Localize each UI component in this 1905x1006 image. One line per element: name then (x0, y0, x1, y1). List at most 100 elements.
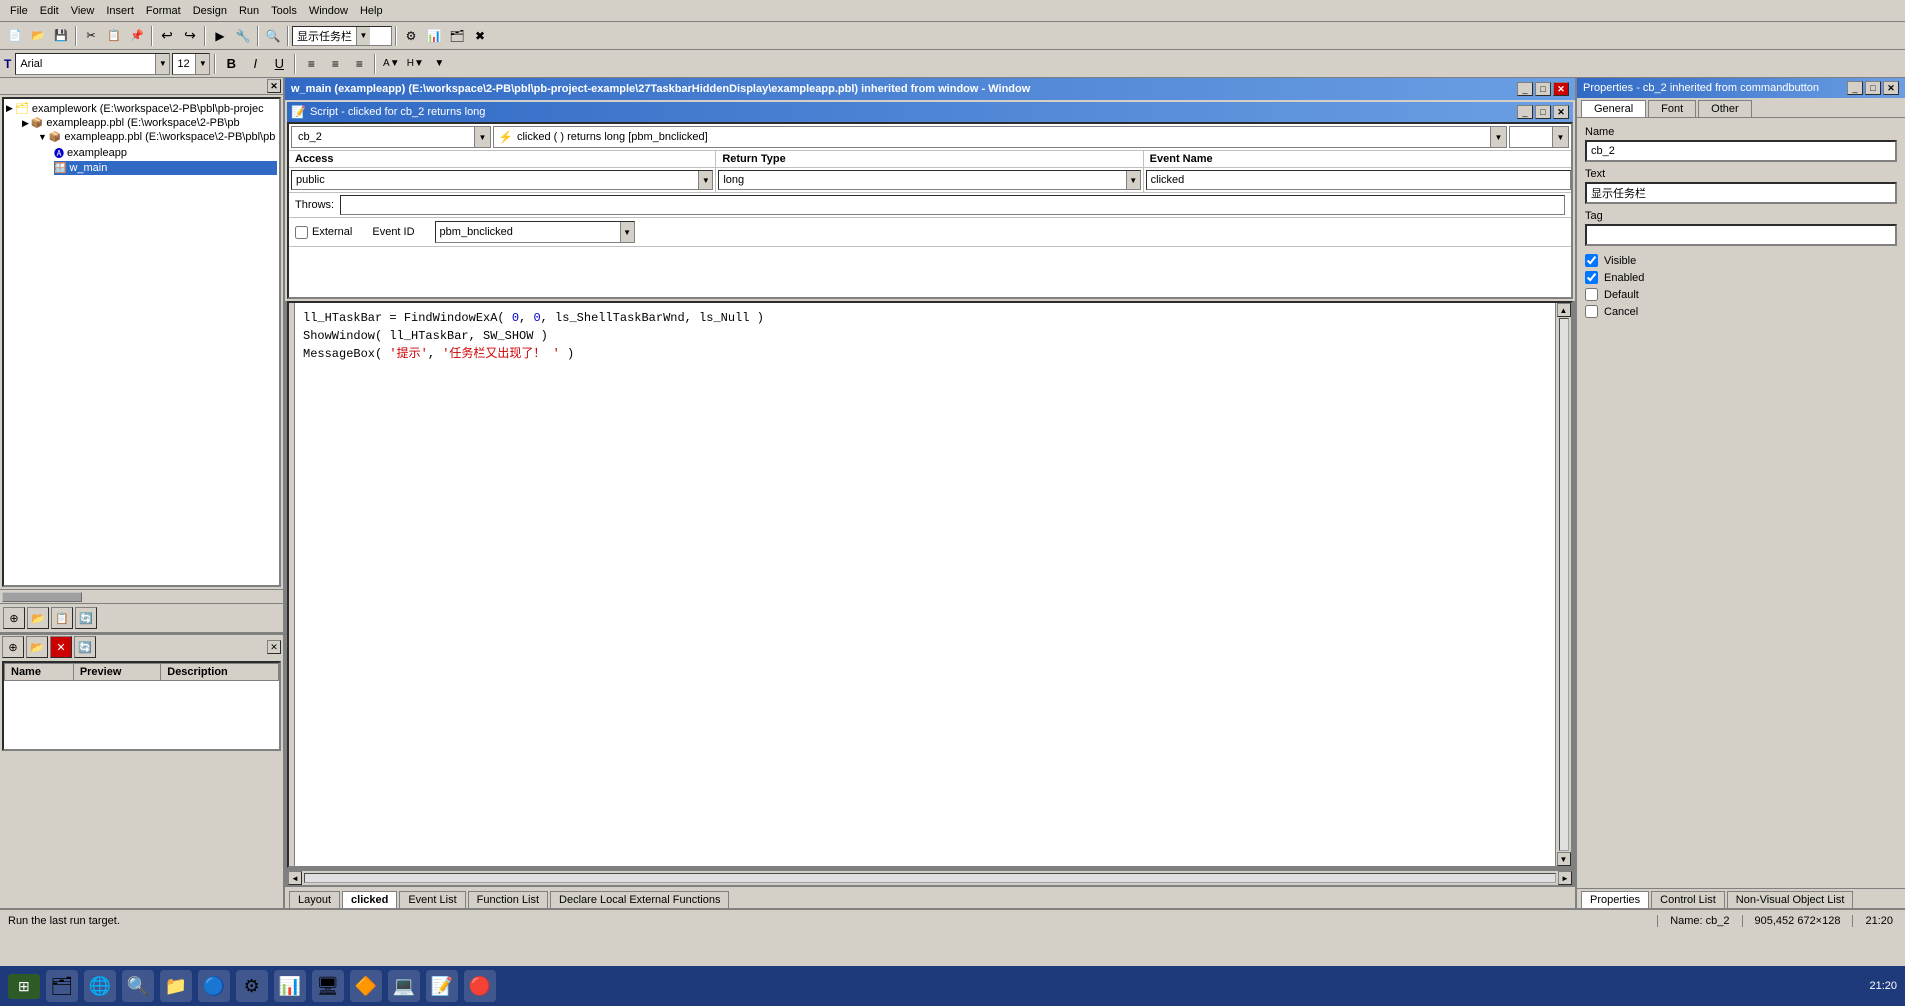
redo-btn[interactable]: ↪ (179, 25, 201, 47)
tab-function-list[interactable]: Function List (468, 891, 548, 908)
script-minimize-btn[interactable]: _ (1517, 105, 1533, 119)
menu-item-format[interactable]: Format (140, 3, 187, 19)
default-checkbox[interactable] (1585, 288, 1598, 301)
menu-item-run[interactable]: Run (233, 3, 265, 19)
taskbar-icon-4[interactable]: 📁 (160, 970, 192, 1002)
tab-clicked[interactable]: clicked (342, 891, 397, 908)
font-name-combo[interactable]: Arial ▼ (15, 53, 170, 75)
throws-input[interactable] (340, 195, 1565, 215)
search-btn[interactable]: 🔍 (262, 25, 284, 47)
save-btn[interactable]: 💾 (50, 25, 72, 47)
left-toolbar-btn4[interactable]: 🔄 (75, 607, 97, 629)
left-tree-hscroll[interactable] (0, 589, 283, 603)
object-select-arrow[interactable]: ▼ (474, 127, 490, 147)
hscroll-right-btn[interactable]: ► (1558, 871, 1572, 885)
code-editor[interactable]: ll_HTaskBar = FindWindowExA( 0, 0, ls_Sh… (295, 303, 1555, 866)
scroll-down-btn[interactable]: ▼ (1557, 852, 1571, 866)
tab-declare-local[interactable]: Declare Local External Functions (550, 891, 729, 908)
right-max-btn[interactable]: □ (1865, 81, 1881, 95)
font-size-combo[interactable]: 12 ▼ (172, 53, 210, 75)
bold-button[interactable]: B (220, 53, 242, 75)
more-format-btn[interactable]: ▼ (428, 53, 450, 75)
win-close-btn[interactable]: ✕ (1553, 82, 1569, 96)
bottom-close-btn[interactable]: ✕ (267, 640, 281, 654)
tree-item-workspace[interactable]: ▶ 🗂 examplework (E:\workspace\2-PB\pbl\p… (6, 101, 277, 116)
underline-button[interactable]: U (268, 53, 290, 75)
debug-btn[interactable]: 🔧 (232, 25, 254, 47)
cut-btn[interactable]: ✂ (80, 25, 102, 47)
right-tab-control-list[interactable]: Control List (1651, 891, 1725, 908)
font-name-arrow[interactable]: ▼ (155, 54, 169, 74)
left-toolbar-btn3[interactable]: 📋 (51, 607, 73, 629)
right-tab-non-visual[interactable]: Non-Visual Object List (1727, 891, 1854, 908)
prop-tab-font[interactable]: Font (1648, 100, 1696, 117)
highlight-btn[interactable]: H▼ (404, 53, 426, 75)
prop-text-input[interactable] (1585, 182, 1897, 204)
event-id-combo[interactable]: pbm_bnclicked ▼ (435, 221, 635, 243)
bottom-btn3[interactable]: ✕ (50, 636, 72, 658)
undo-btn[interactable]: ↩ (156, 25, 178, 47)
code-hscrollbar[interactable]: ◄ ► (287, 870, 1573, 886)
script-close-btn[interactable]: ✕ (1553, 105, 1569, 119)
display-combo-arrow[interactable]: ▼ (356, 27, 370, 45)
align-right-btn[interactable]: ≡ (348, 53, 370, 75)
extra-btn-4[interactable]: ✖ (469, 25, 491, 47)
menu-item-view[interactable]: View (65, 3, 101, 19)
paste-btn[interactable]: 📌 (126, 25, 148, 47)
menu-item-file[interactable]: File (4, 3, 34, 19)
extra-btn-3[interactable]: 🗂 (446, 25, 468, 47)
tree-view[interactable]: ▶ 🗂 examplework (E:\workspace\2-PB\pbl\p… (2, 97, 281, 587)
return-type-arrow[interactable]: ▼ (1126, 171, 1140, 189)
event-name-input[interactable] (1146, 170, 1571, 190)
text-color-btn[interactable]: A▼ (380, 53, 402, 75)
bottom-btn4[interactable]: 🔄 (74, 636, 96, 658)
left-toolbar-btn2[interactable]: 📂 (27, 607, 49, 629)
left-panel-close[interactable]: ✕ (267, 79, 281, 93)
win-minimize-btn[interactable]: _ (1517, 82, 1533, 96)
right-min-btn[interactable]: _ (1847, 81, 1863, 95)
taskbar-icon-1[interactable]: 🗂 (46, 970, 78, 1002)
tree-item-pbl2[interactable]: ▼ 📦 exampleapp.pbl (E:\workspace\2-PB\pb… (38, 130, 277, 144)
start-button[interactable]: ⊞ (8, 974, 40, 999)
cancel-checkbox[interactable] (1585, 305, 1598, 318)
event-select-arrow[interactable]: ▼ (1490, 127, 1506, 147)
event-id-arrow[interactable]: ▼ (620, 222, 634, 242)
taskbar-icon-8[interactable]: 🖥 (312, 970, 344, 1002)
tree-item-wmain[interactable]: 🪟 w_main (54, 161, 277, 175)
open-btn[interactable]: 📂 (27, 25, 49, 47)
win-maximize-btn[interactable]: □ (1535, 82, 1551, 96)
right-tab-properties[interactable]: Properties (1581, 891, 1649, 908)
extra-dropdown[interactable]: ▼ (1509, 126, 1569, 148)
menu-item-tools[interactable]: Tools (265, 3, 303, 19)
new-btn[interactable]: 📄 (4, 25, 26, 47)
taskbar-icon-6[interactable]: ⚙ (236, 970, 268, 1002)
extra-dropdown-arrow[interactable]: ▼ (1552, 127, 1568, 147)
scroll-up-btn[interactable]: ▲ (1557, 303, 1571, 317)
prop-tag-input[interactable] (1585, 224, 1897, 246)
menu-item-insert[interactable]: Insert (100, 3, 140, 19)
event-select-combo[interactable]: ⚡ clicked ( ) returns long [pbm_bnclicke… (493, 126, 1507, 148)
taskbar-icon-2[interactable]: 🌐 (84, 970, 116, 1002)
access-arrow[interactable]: ▼ (698, 171, 712, 189)
font-size-arrow[interactable]: ▼ (195, 54, 209, 74)
code-right-scrollbar[interactable]: ▲ ▼ (1555, 303, 1571, 866)
enabled-checkbox[interactable] (1585, 271, 1598, 284)
return-type-cell[interactable]: long ▼ (716, 168, 1143, 192)
taskbar-icon-9[interactable]: 🔶 (350, 970, 382, 1002)
tree-item-pbl1[interactable]: ▶ 📦 exampleapp.pbl (E:\workspace\2-PB\pb (22, 116, 277, 130)
right-close-btn[interactable]: ✕ (1883, 81, 1899, 95)
menu-item-help[interactable]: Help (354, 3, 389, 19)
hscroll-left-btn[interactable]: ◄ (288, 871, 302, 885)
run-btn[interactable]: ▶ (209, 25, 231, 47)
prop-tab-other[interactable]: Other (1698, 100, 1752, 117)
bottom-btn1[interactable]: ⊕ (2, 636, 24, 658)
copy-btn[interactable]: 📋 (103, 25, 125, 47)
taskbar-icon-3[interactable]: 🔍 (122, 970, 154, 1002)
prop-tab-general[interactable]: General (1581, 100, 1646, 117)
taskbar-icon-11[interactable]: 📝 (426, 970, 458, 1002)
access-select-cell[interactable]: public ▼ (289, 168, 716, 192)
object-select-combo[interactable]: cb_2 ▼ (291, 126, 491, 148)
menu-item-design[interactable]: Design (187, 3, 233, 19)
taskbar-icon-12[interactable]: 🔴 (464, 970, 496, 1002)
menu-item-window[interactable]: Window (303, 3, 354, 19)
